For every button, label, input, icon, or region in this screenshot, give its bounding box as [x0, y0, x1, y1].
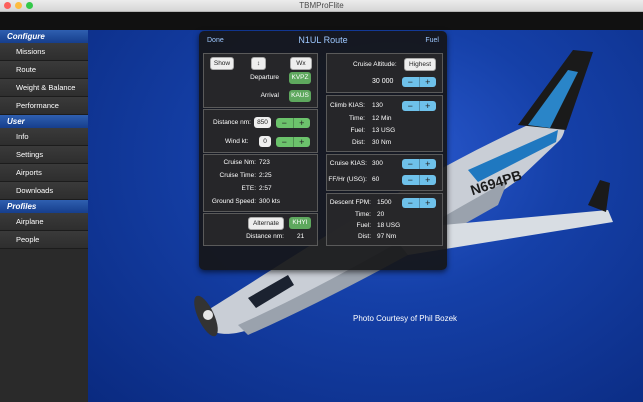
fuel-flow-stepper[interactable]: − + — [402, 175, 436, 185]
descent-fuel-label: Fuel: — [356, 222, 371, 229]
distance-stepper[interactable]: − + — [276, 118, 310, 128]
window-title: TBMProFlite — [299, 1, 344, 10]
descent-fuel-value: 18 USG — [377, 222, 401, 229]
sidebar-item-weight-balance[interactable]: Weight & Balance — [0, 79, 88, 97]
climb-kias-stepper[interactable]: − + — [402, 101, 436, 111]
departure-label: Departure — [250, 74, 279, 81]
departure-airport-button[interactable]: KVPZ — [289, 72, 311, 84]
photo-credit: Photo Courtesy of Phil Bozek — [353, 314, 458, 323]
wind-value[interactable]: 0 — [259, 136, 271, 147]
alternate-distance-value: 21 — [297, 233, 305, 240]
altitude-plus-button[interactable]: + — [418, 77, 436, 87]
cruise-box: Cruise KIAS: 300 − + FF/Hr (USG): 60 − + — [326, 154, 443, 191]
sidebar-item-airports[interactable]: Airports — [0, 164, 88, 182]
descent-minus-button[interactable]: − — [402, 198, 419, 208]
panel-title: N1UL Route — [298, 35, 348, 45]
climb-kias-label: Climb KIAS: — [329, 102, 365, 109]
sidebar-item-route[interactable]: Route — [0, 61, 88, 79]
alternate-airport-button[interactable]: KHYI — [289, 217, 311, 229]
ground-speed-label: Ground Speed: — [211, 198, 256, 205]
altitude-mode-button[interactable]: Highest — [404, 58, 436, 71]
descent-plus-button[interactable]: + — [418, 198, 436, 208]
climb-time-value: 12 Min — [372, 115, 392, 122]
ete-value: 2:57 — [259, 185, 272, 192]
climb-kias-value: 130 — [372, 102, 383, 109]
fuel-flow-plus-button[interactable]: + — [418, 175, 436, 185]
climb-fuel-value: 13 USG — [372, 127, 396, 134]
distance-label: Distance nm: — [213, 119, 251, 126]
arrival-airport-button[interactable]: KAUS — [289, 90, 311, 102]
climb-box: Climb KIAS: 130 − + Time: 12 Min Fuel: 1… — [326, 95, 443, 152]
wind-plus-button[interactable]: + — [292, 137, 310, 147]
climb-fuel-label: Fuel: — [350, 127, 365, 134]
route-box: Show ↕ Wx Departure KVPZ Arrival KAUS — [203, 53, 318, 108]
distance-plus-button[interactable]: + — [292, 118, 310, 128]
sidebar-item-settings[interactable]: Settings — [0, 146, 88, 164]
section-header-user: User — [0, 115, 88, 128]
climb-time-label: Time: — [348, 115, 365, 122]
fuel-flow-value: 60 — [372, 176, 380, 183]
section-header-profiles: Profiles — [0, 200, 88, 213]
cruise-kias-label: Cruise KIAS: — [329, 160, 367, 167]
fuel-flow-label: FF/Hr (USG): — [328, 176, 367, 183]
sidebar-item-people[interactable]: People — [0, 231, 88, 249]
sidebar-item-info[interactable]: Info — [0, 128, 88, 146]
descent-time-value: 20 — [377, 211, 385, 218]
wind-label: Wind kt: — [225, 138, 249, 145]
distance-box: Distance nm: 850 − + Wind kt: 0 − + — [203, 109, 318, 153]
climb-plus-button[interactable]: + — [418, 101, 436, 111]
distance-minus-button[interactable]: − — [276, 118, 293, 128]
distance-value[interactable]: 850 — [254, 117, 271, 128]
wind-stepper[interactable]: − + — [276, 137, 310, 147]
fuel-flow-minus-button[interactable]: − — [402, 175, 419, 185]
ground-speed-value: 300 kts — [259, 198, 280, 205]
weather-button[interactable]: Wx — [290, 57, 312, 70]
alternate-button[interactable]: Alternate — [248, 217, 284, 230]
fuel-button[interactable]: Fuel — [425, 37, 439, 44]
cruise-summary-box: Cruise Nm: 723 Cruise Time: 2:25 ETE: 2:… — [203, 154, 318, 212]
descent-fpm-label: Descent FPM: — [329, 199, 371, 206]
section-header-configure: Configure — [0, 30, 88, 43]
descent-dist-value: 97 Nm — [377, 233, 397, 240]
wind-minus-button[interactable]: − — [276, 137, 293, 147]
altitude-stepper[interactable]: − + — [402, 77, 436, 87]
cruise-kias-value: 300 — [372, 160, 383, 167]
descent-dist-label: Dist: — [358, 233, 371, 240]
climb-minus-button[interactable]: − — [402, 101, 419, 111]
descent-fpm-stepper[interactable]: − + — [402, 198, 436, 208]
sidebar-item-airplane[interactable]: Airplane — [0, 213, 88, 231]
cruise-kias-plus-button[interactable]: + — [418, 159, 436, 169]
cruise-altitude-label: Cruise Altitude: — [353, 61, 397, 68]
sidebar: Configure Missions Route Weight & Balanc… — [0, 30, 88, 402]
altitude-value: 30 000 — [372, 78, 394, 85]
cruise-nm-value: 723 — [259, 159, 270, 166]
descent-box: Descent FPM: 1500 − + Time: 20 Fuel: 18 … — [326, 193, 443, 246]
show-button[interactable]: Show — [210, 57, 234, 70]
sidebar-item-performance[interactable]: Performance — [0, 97, 88, 115]
climb-dist-label: Dist: — [352, 139, 365, 146]
ete-label: ETE: — [241, 185, 256, 192]
cruise-kias-minus-button[interactable]: − — [402, 159, 419, 169]
sidebar-item-downloads[interactable]: Downloads — [0, 182, 88, 200]
top-toolbar — [0, 12, 643, 30]
cruise-time-value: 2:25 — [259, 172, 272, 179]
descent-time-label: Time: — [354, 211, 371, 218]
altitude-minus-button[interactable]: − — [402, 77, 419, 87]
alternate-distance-label: Distance nm: — [246, 233, 284, 240]
altitude-box: Cruise Altitude: Highest 30 000 − + — [326, 53, 443, 93]
cruise-nm-label: Cruise Nm: — [223, 159, 256, 166]
title-bar: TBMProFlite — [0, 0, 643, 12]
route-panel: Done N1UL Route Fuel Show ↕ Wx Departure… — [199, 31, 447, 270]
swap-airports-button[interactable]: ↕ — [251, 57, 266, 70]
sidebar-item-missions[interactable]: Missions — [0, 43, 88, 61]
cruise-time-label: Cruise Time: — [219, 172, 256, 179]
alternate-box: Alternate KHYI Distance nm: 21 — [203, 213, 318, 246]
cruise-kias-stepper[interactable]: − + — [402, 159, 436, 169]
arrival-label: Arrival — [260, 92, 279, 99]
descent-fpm-value: 1500 — [377, 199, 392, 206]
climb-dist-value: 30 Nm — [372, 139, 392, 146]
